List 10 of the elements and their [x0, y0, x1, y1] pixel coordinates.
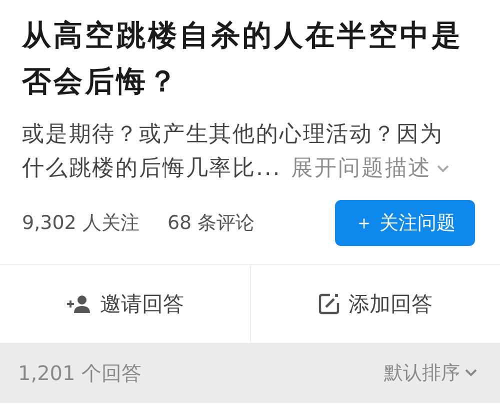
- follow-question-button[interactable]: ＋ 关注问题: [335, 200, 475, 246]
- question-title: 从高空跳楼自杀的人在半空中是否会后悔？: [22, 17, 464, 100]
- chevron-down-icon: [464, 368, 478, 378]
- question-description: 或是期待？或产生其他的心理活动？因为什么跳楼的后悔几率比... 展开问题描述: [22, 118, 462, 186]
- comment-count[interactable]: 68 条评论: [167, 210, 255, 236]
- add-person-icon: [66, 294, 92, 314]
- answer-count: 1,201 个回答: [18, 360, 142, 386]
- follower-count: 9,302 人关注: [22, 211, 140, 236]
- chevron-down-icon: [436, 164, 450, 174]
- edit-icon: [318, 293, 340, 315]
